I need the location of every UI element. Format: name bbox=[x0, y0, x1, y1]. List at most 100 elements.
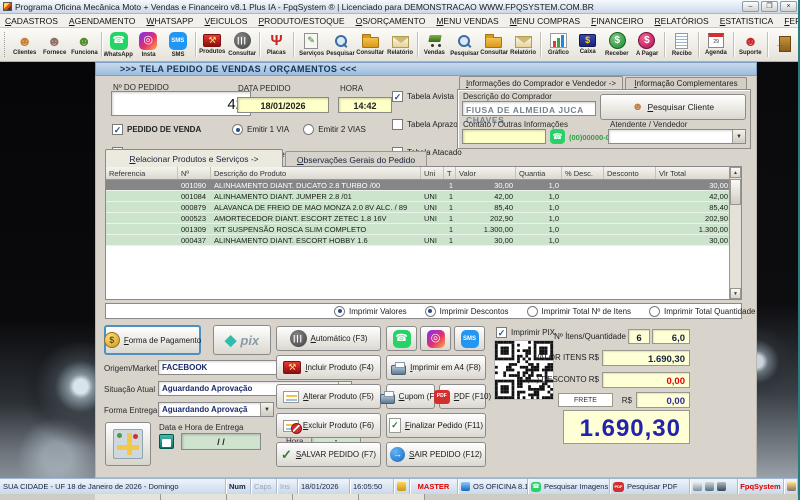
scroll-down-icon[interactable]: ▼ bbox=[730, 288, 741, 299]
numero-pedido-field[interactable]: 42 bbox=[111, 91, 251, 116]
descricao-comprador-field[interactable]: FIUSA DE ALMEIDA JUCA CHAVES bbox=[462, 101, 596, 116]
menu-relatorios[interactable]: RELATÓRIOS bbox=[655, 16, 709, 26]
toolbar-vendas[interactable]: Vendas bbox=[420, 28, 450, 61]
radio-imprimir-total-n-de-itens[interactable]: Imprimir Total Nº de Itens bbox=[527, 306, 631, 317]
frete-button[interactable]: FRETE bbox=[558, 393, 613, 407]
send-whatsapp-button[interactable]: ☎ bbox=[386, 326, 417, 351]
toolbar-servicos[interactable]: ✎Serviços bbox=[296, 28, 326, 61]
menu-ferramentas[interactable]: FERRAMENTAS bbox=[784, 16, 800, 26]
atendente-select[interactable]: ▼ bbox=[608, 129, 746, 144]
column-desc[interactable]: % Desc. bbox=[562, 167, 604, 179]
pesquisar-cliente-button[interactable]: ☻ Pesquisar Cliente bbox=[600, 94, 746, 120]
toolbar-caixa[interactable]: $Caixa bbox=[573, 28, 603, 61]
button-salvar-pedido[interactable]: ✓SALVAR PEDIDO (F7) bbox=[276, 442, 381, 467]
calendar-mini-icon[interactable] bbox=[159, 434, 174, 449]
toolbar-consultar[interactable]: |||Consultar bbox=[227, 28, 257, 61]
toolbar-receber[interactable]: $Receber bbox=[603, 28, 633, 61]
table-row[interactable]: 001084ALINHAMENTO DIANT. JUMPER 2.8 /01U… bbox=[106, 191, 741, 202]
tabela-avista-checkbox[interactable]: ✓Tabela Avista bbox=[392, 91, 454, 102]
table-row[interactable]: 000437ALINHAMENTO DIANT. ESCORT HOBBY 1.… bbox=[106, 235, 741, 246]
toolbar-relatorio[interactable]: Relatório bbox=[385, 28, 415, 61]
toolbar-pesquisar[interactable]: Pesquisar bbox=[326, 28, 356, 61]
emitir-2-vias-radio[interactable]: Emitir 2 VIAS bbox=[303, 124, 366, 135]
column-referencia[interactable]: Referencia bbox=[106, 167, 178, 179]
tabela-aprazo-checkbox[interactable]: Tabela Aprazo bbox=[392, 119, 458, 130]
table-scrollbar[interactable]: ▲ ▼ bbox=[729, 167, 741, 299]
table-row[interactable]: 000879ALAVANCA DE FREIO DE MAO MONZA 2.0… bbox=[106, 202, 741, 213]
toolbar-grafico[interactable]: Gráfico bbox=[543, 28, 573, 61]
forma-pagamento-button[interactable]: $Forma de Pagamento bbox=[104, 325, 201, 355]
toolbar-agenda[interactable]: 29Agenda bbox=[701, 28, 731, 61]
table-row[interactable]: 001090ALINHAMENTO DIANT. DUCATO 2.8 TURB… bbox=[106, 180, 741, 191]
table-row[interactable]: 000523AMORTECEDOR DIANT. ESCORT ZETEC 1.… bbox=[106, 213, 741, 224]
toolbar-exit[interactable] bbox=[770, 28, 800, 61]
radio-imprimir-descontos[interactable]: Imprimir Descontos bbox=[425, 306, 509, 317]
column-t[interactable]: T bbox=[444, 167, 456, 179]
tab-observacoes-gerais[interactable]: Observações Gerais do Pedido bbox=[285, 151, 427, 167]
column-n[interactable]: Nº bbox=[178, 167, 211, 179]
minimize-button[interactable]: – bbox=[742, 1, 759, 12]
toolbar-consultar[interactable]: Consultar bbox=[356, 28, 386, 61]
menu-cadastros[interactable]: CADASTROS bbox=[5, 16, 58, 26]
column-quantia[interactable]: Quantia bbox=[516, 167, 562, 179]
scroll-up-icon[interactable]: ▲ bbox=[730, 167, 741, 178]
emitir-1-via-radio[interactable]: Emitir 1 VIA bbox=[232, 124, 289, 135]
column-valor[interactable]: Valor bbox=[456, 167, 516, 179]
data-entrega-field[interactable]: / / bbox=[181, 433, 261, 450]
button-pdf[interactable]: PDFPDF (F10) bbox=[439, 384, 486, 409]
entrega-select[interactable]: Aguardando Aprovaçã▼ bbox=[158, 402, 274, 417]
toolbar-a-pagar[interactable]: $A Pagar bbox=[632, 28, 662, 61]
toolbar-consultar[interactable]: Consultar bbox=[479, 28, 509, 61]
status-pesquisar-pdf[interactable]: PDFPesquisar PDF bbox=[610, 479, 690, 494]
toolbar-whatsapp[interactable]: ☎WhatsApp bbox=[104, 28, 134, 61]
column-uni[interactable]: Uni bbox=[421, 167, 444, 179]
menu-whatsapp[interactable]: WHATSAPP bbox=[146, 16, 193, 26]
menu-financeiro[interactable]: FINANCEIRO bbox=[591, 16, 643, 26]
menu-os-orcamento[interactable]: OS/ORÇAMENTO bbox=[356, 16, 426, 26]
pix-button[interactable]: ◆pix bbox=[213, 325, 271, 355]
radio-imprimir-total-quantidade[interactable]: Imprimir Total Quantidade bbox=[649, 306, 755, 317]
button-finalizar-pedido[interactable]: ✓Finalizar Pedido (F11) bbox=[386, 413, 486, 438]
mapa-entrega-button[interactable] bbox=[105, 422, 151, 466]
scroll-thumb[interactable] bbox=[730, 179, 741, 205]
radio-imprimir-valores[interactable]: Imprimir Valores bbox=[334, 306, 407, 317]
toolbar-pesquisar[interactable]: Pesquisar bbox=[449, 28, 479, 61]
pedido-de-venda-checkbox[interactable]: ✓PEDIDO DE VENDA bbox=[112, 124, 201, 135]
close-button[interactable]: × bbox=[780, 1, 797, 12]
column-vlr-total[interactable]: Vlr Total bbox=[656, 167, 731, 179]
table-row[interactable]: 001309KIT SUSPENSÃO ROSCA SLIM COMPLETO1… bbox=[106, 224, 741, 235]
send-sms-button[interactable]: SMS bbox=[454, 326, 485, 351]
status-pesquisar-imagens[interactable]: ☎Pesquisar Imagens bbox=[528, 479, 610, 494]
toolbar-clientes[interactable]: ☻Clientes bbox=[10, 28, 40, 61]
button-automatico[interactable]: |||Automático (F3) bbox=[276, 326, 381, 351]
menu-veiculos[interactable]: VEICULOS bbox=[204, 16, 247, 26]
toolbar-suporte[interactable]: ☻Suporte bbox=[736, 28, 766, 61]
menu-menu-compras[interactable]: MENU COMPRAS bbox=[510, 16, 580, 26]
button-excluir-produto[interactable]: Excluir Produto (F6) bbox=[276, 413, 381, 438]
menu-menu-vendas[interactable]: MENU VENDAS bbox=[436, 16, 498, 26]
menu-agendamento[interactable]: AGENDAMENTO bbox=[69, 16, 135, 26]
column-desconto[interactable]: Desconto bbox=[604, 167, 656, 179]
send-instagram-button[interactable]: ◎ bbox=[420, 326, 451, 351]
tab-informacao-complementares[interactable]: Informação Complementares bbox=[625, 77, 747, 89]
toolbar-placas[interactable]: ΨPlacas bbox=[262, 28, 292, 61]
hora-pedido-field[interactable]: 14:42 bbox=[338, 97, 392, 113]
button-imprimir-em-a4[interactable]: Imprimir em A4 (F8) bbox=[386, 355, 486, 380]
button-incluir-produto[interactable]: ⚒Incluir Produto (F4) bbox=[276, 355, 381, 380]
toolbar-fornece[interactable]: ☻Fornece bbox=[40, 28, 70, 61]
toolbar-produtos[interactable]: ⚒Produtos bbox=[198, 28, 228, 61]
toolbar-recibo[interactable]: Recibo bbox=[667, 28, 697, 61]
button-sair-pedido[interactable]: →SAIR PEDIDO (F12) bbox=[386, 442, 486, 467]
contato-field[interactable] bbox=[462, 129, 546, 144]
restore-button[interactable]: ❐ bbox=[761, 1, 778, 12]
toolbar-sms[interactable]: SMSSMS bbox=[163, 28, 193, 61]
tab-relacionar-produtos[interactable]: Relacionar Produtos e Serviços -> bbox=[105, 149, 283, 167]
menu-estatistica[interactable]: ESTATISTICA bbox=[720, 16, 774, 26]
toolbar-funciona[interactable]: ☻Funciona bbox=[69, 28, 99, 61]
data-pedido-field[interactable]: 18/01/2026 bbox=[237, 97, 329, 113]
toolbar-insta[interactable]: ◎Insta bbox=[133, 28, 163, 61]
menu-produto-estoque[interactable]: PRODUTO/ESTOQUE bbox=[258, 16, 344, 26]
button-alterar-produto[interactable]: Alterar Produto (F5) bbox=[276, 384, 381, 409]
toolbar-relatorio[interactable]: Relatório bbox=[509, 28, 539, 61]
column-descricao-do-produto[interactable]: Descrição do Produto bbox=[211, 167, 421, 179]
